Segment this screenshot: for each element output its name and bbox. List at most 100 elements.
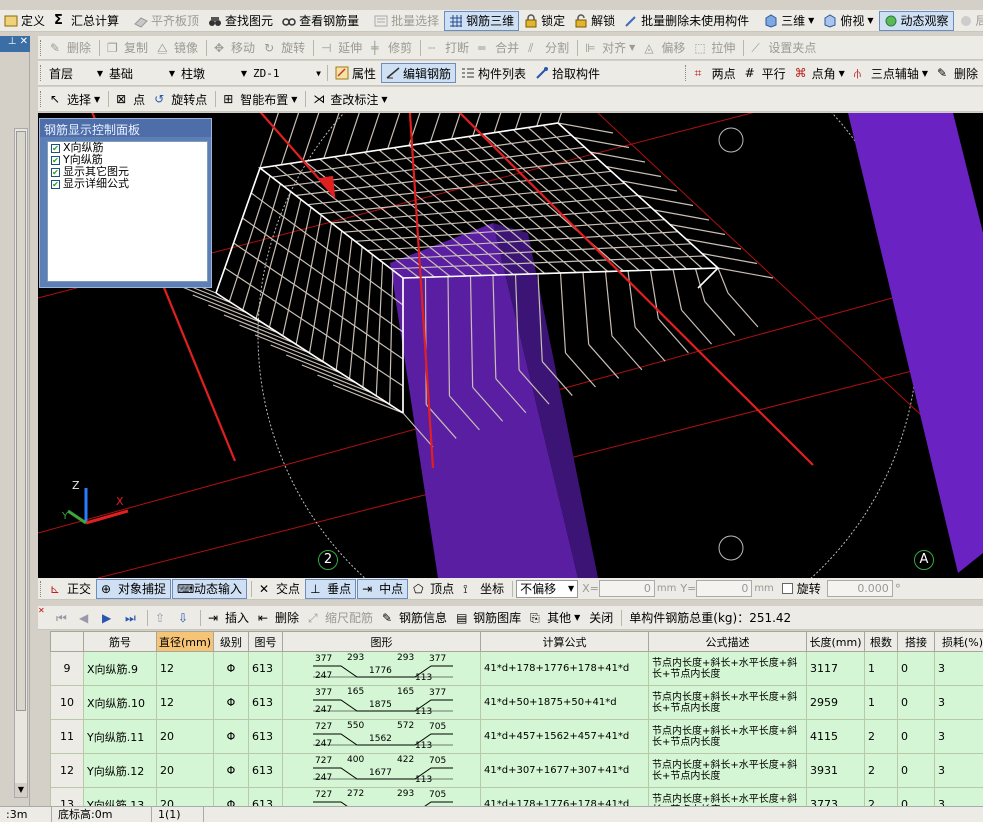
extend-button[interactable]: ⊣ 延伸: [317, 38, 366, 58]
col-shape[interactable]: 图形: [282, 631, 481, 652]
cell-bar-name[interactable]: X向纵筋.10: [83, 685, 157, 720]
cell-loss[interactable]: 3: [934, 753, 983, 788]
find-element-button[interactable]: 查找图元: [204, 11, 277, 31]
point-draw-button[interactable]: ⊠ 点: [112, 89, 149, 109]
define-button[interactable]: 定义: [0, 11, 49, 31]
cell-figure-no[interactable]: 613: [248, 787, 283, 806]
option-show-formula[interactable]: ✔ 显示详细公式: [48, 178, 207, 190]
component-select[interactable]: ZD-1 ▼: [250, 64, 324, 82]
table-row[interactable]: 9 X向纵筋.9 12 Φ 613 377 293 293 377 247 1776 113 41…: [50, 651, 983, 686]
next-button[interactable]: ▶: [98, 608, 120, 628]
perpendicular-snap[interactable]: ⊥ 垂点: [305, 578, 357, 599]
merge-button[interactable]: ═ 合并: [474, 38, 523, 58]
summary-calc-button[interactable]: Σ 汇总计算: [50, 11, 123, 31]
smart-layout-dropdown[interactable]: ⊞ 智能布置 ▼: [219, 89, 301, 109]
cell-length[interactable]: 2959: [806, 685, 865, 720]
col-grade[interactable]: 级别: [213, 631, 249, 652]
copy-button[interactable]: ❐ 复制: [103, 38, 152, 58]
rebar-info-button[interactable]: ✎ 钢筋信息: [378, 608, 451, 628]
col-loss[interactable]: 损耗(%): [934, 631, 983, 652]
cell-figure-no[interactable]: 613: [248, 685, 283, 720]
table-row[interactable]: 12 Y向纵筋.12 20 Φ 613 727 400 422 705 247 1677 113 …: [50, 753, 983, 788]
cell-diameter[interactable]: 20: [156, 787, 214, 806]
cell-description[interactable]: 节点内长度+斜长+水平长度+斜长+节点内长度: [648, 651, 807, 686]
cell-grade[interactable]: Φ: [213, 787, 249, 806]
col-figure-no[interactable]: 图号: [248, 631, 283, 652]
other-dropdown[interactable]: ⎘ 其他 ▼: [526, 608, 584, 628]
move-down-button[interactable]: ⇩: [174, 608, 196, 628]
align-dropdown[interactable]: ⊫ 对齐 ▼: [581, 38, 639, 58]
cell-count[interactable]: 1: [864, 685, 898, 720]
first-button[interactable]: ⏮: [52, 608, 74, 628]
cell-count[interactable]: 2: [864, 719, 898, 754]
cell-count[interactable]: 2: [864, 753, 898, 788]
parallel-axis-button[interactable]: # 平行: [741, 63, 790, 83]
table-row[interactable]: 11 Y向纵筋.11 20 Φ 613 727 550 572 705 247 1562 113 …: [50, 719, 983, 754]
component-type-select[interactable]: 柱墩 ▼: [178, 64, 250, 82]
select-dropdown[interactable]: ↖ 选择 ▼: [46, 89, 104, 109]
close-button[interactable]: 关闭: [585, 608, 617, 628]
partial-view-button[interactable]: 局部: [955, 11, 983, 31]
cell-lap[interactable]: 0: [897, 753, 935, 788]
cell-shape[interactable]: 377 293 293 377 247 1776 113: [282, 651, 481, 686]
rotate-button[interactable]: ↻ 旋转: [260, 38, 309, 58]
set-grip-button[interactable]: ⟋ 设置夹点: [747, 38, 820, 58]
vertex-snap[interactable]: ⬠ 顶点: [409, 579, 458, 599]
cell-length[interactable]: 3773: [806, 787, 865, 806]
cell-diameter[interactable]: 12: [156, 651, 214, 686]
move-button[interactable]: ✥ 移动: [210, 38, 259, 58]
cell-description[interactable]: 节点内长度+斜长+水平长度+斜长+节点内长度: [648, 719, 807, 754]
cell-figure-no[interactable]: 613: [248, 651, 283, 686]
panel-title[interactable]: 钢筋显示控制面板: [40, 119, 211, 137]
rotate-input[interactable]: 0.000: [826, 580, 893, 597]
cell-formula[interactable]: 41*d+178+1776+178+41*d: [480, 787, 649, 806]
y-input[interactable]: 0: [696, 580, 753, 597]
close-dock-icon[interactable]: ✕: [38, 606, 45, 615]
cell-description[interactable]: 节点内长度+斜长+水平长度+斜长+节点内长度: [648, 787, 807, 806]
move-up-button[interactable]: ⇧: [151, 608, 173, 628]
cell-description[interactable]: 节点内长度+斜长+水平长度+斜长+节点内长度: [648, 685, 807, 720]
align-slab-top-button[interactable]: 平齐板顶: [130, 11, 203, 31]
stretch-button[interactable]: ⬚ 拉伸: [690, 38, 739, 58]
scroll-down-arrow-icon[interactable]: ▼: [15, 783, 27, 797]
cell-bar-name[interactable]: Y向纵筋.13: [83, 787, 157, 806]
batch-select-button[interactable]: 批量选择: [370, 11, 443, 31]
cell-diameter[interactable]: 20: [156, 719, 214, 754]
trim-button[interactable]: ╪ 修剪: [367, 38, 416, 58]
cell-length[interactable]: 3117: [806, 651, 865, 686]
cell-formula[interactable]: 41*d+307+1677+307+41*d: [480, 753, 649, 788]
cell-lap[interactable]: 0: [897, 719, 935, 754]
checkbox-checked-icon[interactable]: ✔: [51, 155, 60, 165]
cell-formula[interactable]: 41*d+178+1776+178+41*d: [480, 651, 649, 686]
col-bar-no[interactable]: 筋号: [83, 631, 157, 652]
cell-bar-name[interactable]: Y向纵筋.11: [83, 719, 157, 754]
rebar-3d-button[interactable]: 钢筋三维: [444, 10, 520, 31]
insert-row-button[interactable]: ⇥ 插入: [204, 608, 253, 628]
cell-diameter[interactable]: 20: [156, 753, 214, 788]
offset-button[interactable]: ◬ 偏移: [640, 38, 689, 58]
dock-scrollbar[interactable]: ▼: [14, 128, 28, 798]
cell-lap[interactable]: 0: [897, 651, 935, 686]
delete-row-button[interactable]: ⇤ 删除: [254, 608, 303, 628]
cell-shape[interactable]: 727 400 422 705 247 1677 113: [282, 753, 481, 788]
col-count[interactable]: 根数: [864, 631, 898, 652]
split-button[interactable]: ⫽ 分割: [524, 38, 573, 58]
properties-button[interactable]: 属性: [331, 63, 380, 83]
pick-component-button[interactable]: 拾取构件: [531, 63, 604, 83]
last-button[interactable]: ⏭: [121, 608, 143, 628]
cell-bar-name[interactable]: X向纵筋.9: [83, 651, 157, 686]
prev-button[interactable]: ◀: [75, 608, 97, 628]
top-view-dropdown[interactable]: 俯视 ▼: [819, 11, 877, 31]
edit-rebar-button[interactable]: 编辑钢筋: [381, 63, 457, 83]
scale-rebar-button[interactable]: ⤢ 缩尺配筋: [304, 608, 377, 628]
cell-shape[interactable]: 727 272 293 705: [282, 787, 481, 806]
x-input[interactable]: 0: [598, 580, 655, 597]
offset-mode-select[interactable]: 不偏移 ▼: [516, 579, 579, 598]
cell-lap[interactable]: 0: [897, 787, 935, 806]
table-row[interactable]: 10 X向纵筋.10 12 Φ 613 377 165 165 377 247 1875 113 …: [50, 685, 983, 720]
rotate-checkbox[interactable]: [781, 583, 793, 594]
delete-axis-button[interactable]: ✎ 删除: [933, 63, 982, 83]
modify-label-dropdown[interactable]: ⋊ 查改标注 ▼: [309, 89, 391, 109]
cell-diameter[interactable]: 12: [156, 685, 214, 720]
three-point-axis-dropdown[interactable]: ⫛ 三点辅轴 ▼: [850, 63, 932, 83]
